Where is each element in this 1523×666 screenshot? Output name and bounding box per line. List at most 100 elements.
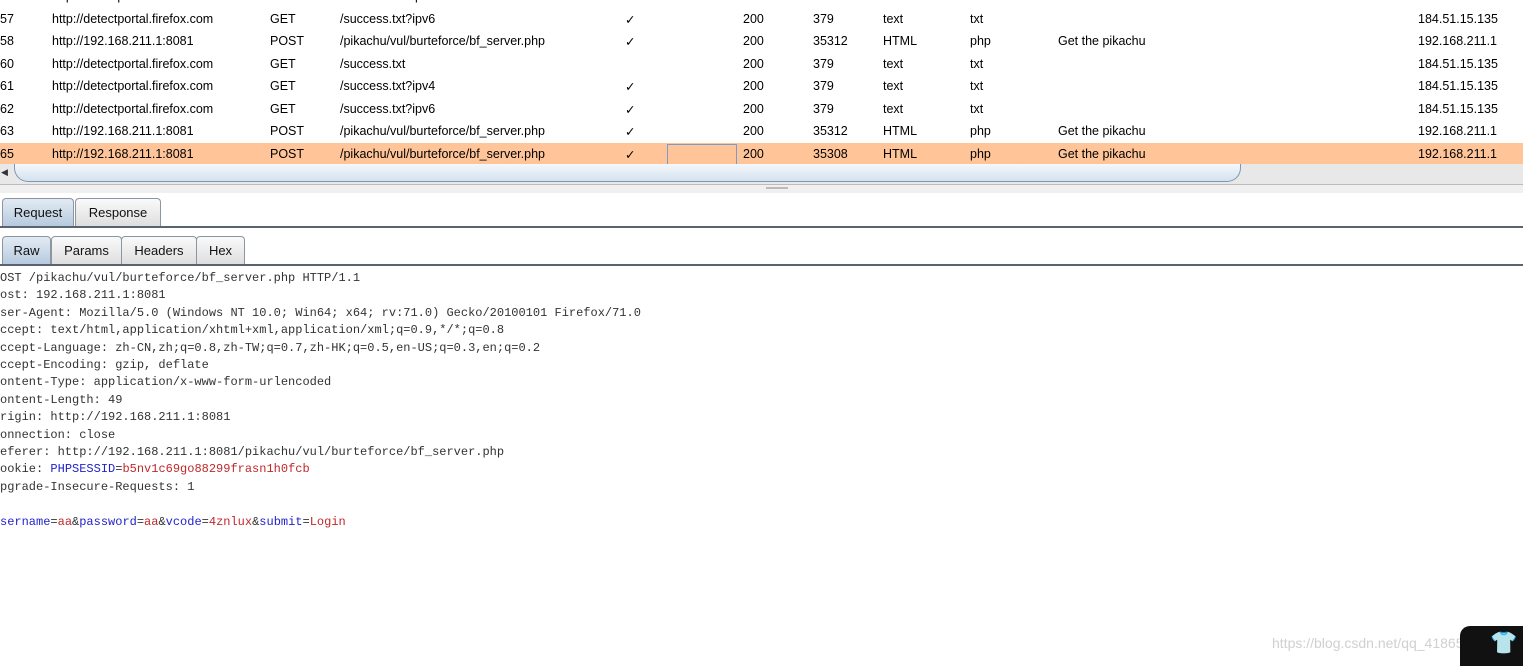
raw-request-editor[interactable]: OST /pikachu/vul/burteforce/bf_server.ph… xyxy=(0,270,641,531)
cell-ip: 184.51.15.135 xyxy=(1418,56,1498,71)
cell-method: GET xyxy=(270,56,296,71)
cell-method: GET xyxy=(270,0,296,3)
cell-mime: text xyxy=(883,0,903,3)
cell-ip: 184.51.15.135 xyxy=(1418,0,1498,3)
scroll-left-icon[interactable]: ◀ xyxy=(1,167,8,178)
check-icon: ✓ xyxy=(625,147,636,162)
tab-response[interactable]: Response xyxy=(75,198,161,226)
cell-url: /pikachu/vul/burteforce/bf_server.php xyxy=(340,146,545,161)
param-name: vcode xyxy=(165,514,202,529)
cell-method: POST xyxy=(270,146,305,161)
cell-url: /success.txt?ipv6 xyxy=(340,11,436,26)
focused-cell[interactable] xyxy=(667,143,737,164)
cell-status: 200 xyxy=(743,124,764,138)
cell-ext: txt xyxy=(970,101,984,116)
cell-host: http://192.168.211.1:8081 xyxy=(52,34,194,48)
cell-status: 200 xyxy=(743,79,764,93)
cell-ip: 192.168.211.1 xyxy=(1418,146,1498,161)
cell-status: 200 xyxy=(743,0,764,3)
cell-status: 200 xyxy=(743,101,764,116)
request-line: pgrade-Insecure-Requests: 1 xyxy=(0,479,195,494)
watermark: https://blog.csdn.net/qq_41865 xyxy=(1272,635,1464,651)
cell-ip: 192.168.211.1 xyxy=(1418,34,1498,48)
cell-ext: txt xyxy=(970,79,984,93)
cell-num: 61 xyxy=(0,79,14,93)
cell-ext: php xyxy=(970,124,991,138)
cell-ext: txt xyxy=(970,56,984,71)
cookie-label: ookie: xyxy=(0,462,51,477)
cell-length: 379 xyxy=(813,56,834,71)
request-line: ser-Agent: Mozilla/5.0 (Windows NT 10.0;… xyxy=(0,305,641,320)
cell-mime: HTML xyxy=(883,124,918,138)
view-tabs: Raw Params Headers Hex xyxy=(0,232,1523,266)
cell-ext: txt xyxy=(970,0,983,3)
table-row[interactable]: 62 http://detectportal.firefox.com GET/suc… xyxy=(0,98,1523,120)
split-pane-divider[interactable] xyxy=(0,185,1523,193)
table-row[interactable]: 57 http://detectportal.firefox.com GET/suc… xyxy=(0,8,1523,30)
cell-ip: 184.51.15.135 xyxy=(1418,79,1498,93)
cell-host: http://detectportal.firefox.com xyxy=(52,11,214,26)
cell-ext: php xyxy=(970,146,991,161)
tab-raw[interactable]: Raw xyxy=(2,236,51,264)
cookie-value: b5nv1c69go88299frasn1h0fcb xyxy=(122,462,310,477)
cell-ip: 184.51.15.135 xyxy=(1418,101,1498,116)
request-line: onnection: close xyxy=(0,427,116,442)
check-icon: ✓ xyxy=(625,125,636,139)
cell-title: Get the pikachu xyxy=(1058,146,1146,161)
table-row[interactable]: 65 http://192.168.211.1:8081 POST/pikachu/… xyxy=(0,142,1523,164)
tab-headers[interactable]: Headers xyxy=(121,236,197,264)
cell-num: 62 xyxy=(0,101,14,116)
cell-url: /success.txt?ipv4 xyxy=(340,79,436,93)
request-line: ccept-Language: zh-CN,zh;q=0.8,zh-TW;q=0… xyxy=(0,340,541,355)
cell-host: http://detectportal.firefox.com xyxy=(52,56,214,71)
cell-mime: HTML xyxy=(883,146,918,161)
cell-mime: text xyxy=(883,56,904,71)
request-line: sername=aa&password=aa&vcode=4znlux&subm… xyxy=(0,514,346,529)
check-icon: ✓ xyxy=(625,0,635,4)
table-row[interactable]: 56 http://detectportal.firefox.com GET/suc… xyxy=(0,0,1523,7)
check-icon: ✓ xyxy=(625,12,636,27)
cell-length: 35312 xyxy=(813,34,848,48)
request-line: OST /pikachu/vul/burteforce/bf_server.ph… xyxy=(0,271,361,285)
cell-method: GET xyxy=(270,101,296,116)
cell-ext: php xyxy=(970,34,991,48)
request-line: rigin: http://192.168.211.1:8081 xyxy=(0,410,231,425)
history-table: 56 http://detectportal.firefox.com GET/suc… xyxy=(0,0,1523,164)
request-response-tabs: Request Response xyxy=(0,193,1523,228)
cell-status: 200 xyxy=(743,11,764,26)
request-line xyxy=(0,496,641,513)
cell-method: GET xyxy=(270,11,296,26)
cell-host: http://detectportal.firefox.com xyxy=(52,101,214,116)
request-line: ontent-Length: 49 xyxy=(0,392,123,407)
param-name: password xyxy=(79,514,137,529)
cell-mime: text xyxy=(883,11,904,26)
table-row[interactable]: 58 http://192.168.211.1:8081 POST/pikachu/… xyxy=(0,30,1523,52)
table-row[interactable]: 61 http://detectportal.firefox.com GET/suc… xyxy=(0,75,1523,97)
request-line: eferer: http://192.168.211.1:8081/pikach… xyxy=(0,445,505,460)
cell-status: 200 xyxy=(743,56,764,71)
request-line: ccept: text/html,application/xhtml+xml,a… xyxy=(0,323,505,338)
param-value: aa xyxy=(144,514,159,529)
cell-mime: HTML xyxy=(883,34,918,48)
cookie-name: PHPSESSID xyxy=(50,462,116,477)
table-row[interactable]: 63 http://192.168.211.1:8081 POST/pikachu/… xyxy=(0,120,1523,142)
scrollbar-thumb[interactable] xyxy=(14,164,1241,182)
cell-num: 58 xyxy=(0,34,14,48)
horizontal-scrollbar[interactable]: ◀ xyxy=(0,164,1523,185)
table-row[interactable]: 60 http://detectportal.firefox.com GET/suc… xyxy=(0,53,1523,75)
param-value: 4znlux xyxy=(208,514,253,529)
cell-url: /success.txt?ipv4 xyxy=(340,0,435,3)
cell-mime: text xyxy=(883,79,904,93)
tab-request[interactable]: Request xyxy=(2,198,74,226)
cell-num: 60 xyxy=(0,56,14,71)
cell-status: 200 xyxy=(743,146,764,161)
tab-params[interactable]: Params xyxy=(51,236,122,264)
cell-url: /success.txt xyxy=(340,56,406,71)
cell-length: 379 xyxy=(813,0,834,3)
tab-hex[interactable]: Hex xyxy=(196,236,245,264)
floating-widget[interactable]: 👕 xyxy=(1460,626,1523,666)
cell-ip: 192.168.211.1 xyxy=(1418,124,1498,138)
cell-url: /pikachu/vul/burteforce/bf_server.php xyxy=(340,34,545,48)
cell-url: /pikachu/vul/burteforce/bf_server.php xyxy=(340,124,545,138)
check-icon: ✓ xyxy=(625,35,636,49)
